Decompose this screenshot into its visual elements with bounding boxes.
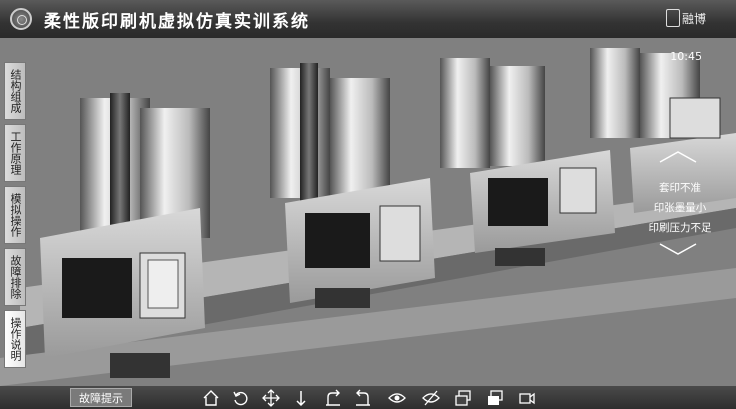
brand-mark-icon [665, 9, 680, 27]
fault-item-registration[interactable]: 套印不准 [638, 180, 722, 195]
fault-item-ink-volume[interactable]: 印张墨量小 [638, 200, 722, 215]
tab-principle[interactable]: 工作原理 [4, 124, 26, 182]
tab-troubleshoot[interactable]: 故障排除 [4, 248, 26, 306]
app-window: 柔性版印刷机虚拟仿真实训系统 融博 10:45 结构组成 工作原理 模拟操作 故… [0, 0, 736, 409]
chevron-up-icon[interactable] [658, 150, 698, 164]
app-logo [10, 8, 32, 30]
brand-logo: 融博 [665, 9, 706, 27]
fault-item-pressure[interactable]: 印刷压力不足 [638, 220, 722, 235]
window-stack-icon[interactable] [450, 386, 476, 409]
machine-3d-viewport[interactable] [0, 38, 736, 386]
turn-right-icon[interactable] [320, 386, 346, 409]
clock: 10:45 [670, 50, 702, 63]
video-camera-icon[interactable] [514, 386, 540, 409]
home-icon[interactable] [198, 386, 224, 409]
tab-structure[interactable]: 结构组成 [4, 62, 26, 120]
sidebar-tabs: 结构组成 工作原理 模拟操作 故障排除 操作说明 [4, 62, 26, 368]
window-icon[interactable] [482, 386, 508, 409]
chevron-down-icon[interactable] [658, 242, 698, 256]
tab-simulation[interactable]: 模拟操作 [4, 186, 26, 244]
fault-list: 套印不准 印张墨量小 印刷压力不足 [638, 150, 722, 256]
rotate-icon[interactable] [228, 386, 254, 409]
tab-instructions[interactable]: 操作说明 [4, 310, 26, 368]
fault-hint-button[interactable]: 故障提示 [70, 388, 132, 407]
eye-icon[interactable] [384, 386, 410, 409]
eye-off-icon[interactable] [418, 386, 444, 409]
turn-left-icon[interactable] [350, 386, 376, 409]
printing-press-model [0, 38, 736, 386]
pan-icon[interactable] [258, 386, 284, 409]
app-title: 柔性版印刷机虚拟仿真实训系统 [44, 12, 310, 32]
brand-name: 融博 [681, 11, 706, 26]
title-bar: 柔性版印刷机虚拟仿真实训系统 融博 [0, 0, 736, 39]
vertical-move-icon[interactable] [288, 386, 314, 409]
